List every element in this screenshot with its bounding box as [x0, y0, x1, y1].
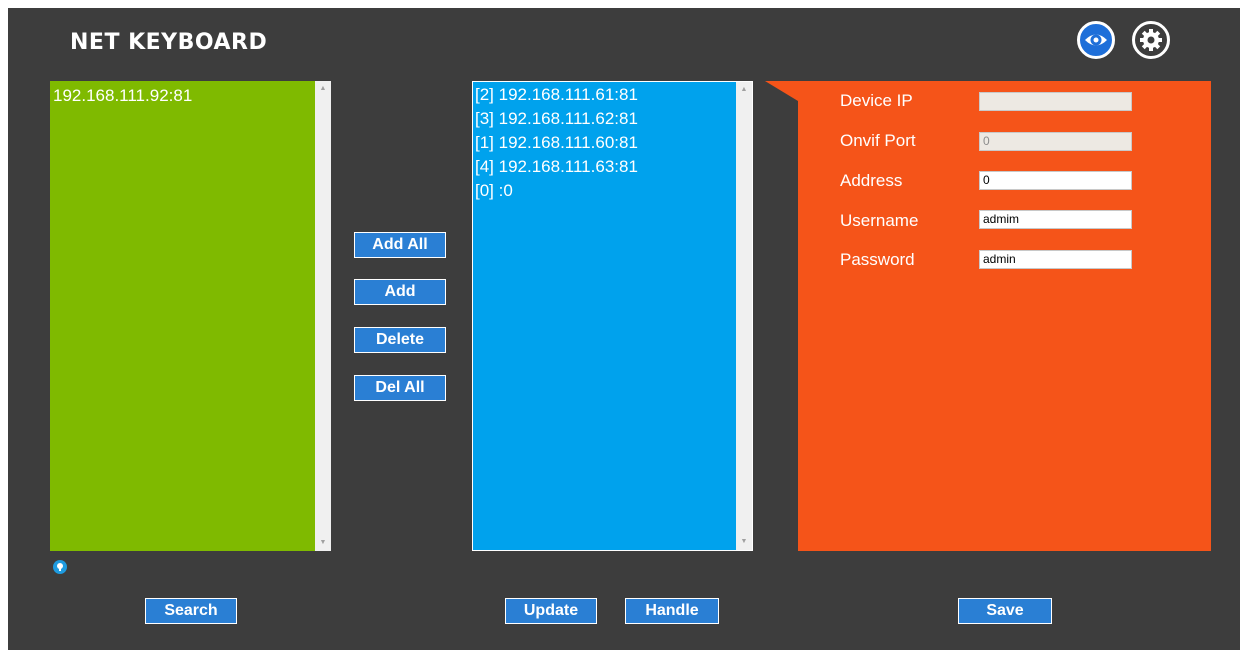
settings-button[interactable] [1132, 21, 1170, 59]
app-window: NET KEYBOARD 192.168.111.92:81 ▲ ▼ Add A… [8, 8, 1240, 650]
del-all-button[interactable]: Del All [354, 375, 446, 401]
list-item[interactable]: [1] 192.168.111.60:81 [475, 131, 638, 155]
address-label: Address [840, 171, 903, 190]
onvif-port-field[interactable]: 0 [979, 132, 1132, 151]
add-button[interactable]: Add [354, 279, 446, 305]
list-item[interactable]: [4] 192.168.111.63:81 [475, 155, 638, 179]
username-field[interactable]: admim [979, 210, 1132, 229]
list-item[interactable]: [3] 192.168.111.62:81 [475, 107, 638, 131]
password-label: Password [840, 250, 915, 269]
save-button[interactable]: Save [958, 598, 1052, 624]
password-field[interactable]: admin [979, 250, 1132, 269]
handle-button[interactable]: Handle [625, 598, 719, 624]
search-button[interactable]: Search [145, 598, 237, 624]
app-title: NET KEYBOARD [70, 30, 268, 55]
status-indicator-icon [53, 560, 67, 574]
discovered-devices-list[interactable]: 192.168.111.92:81 ▲ ▼ [50, 81, 331, 551]
scroll-down-icon[interactable]: ▼ [315, 535, 331, 551]
onvif-port-label: Onvif Port [840, 131, 916, 150]
view-button[interactable] [1077, 21, 1115, 59]
scrollbar[interactable]: ▲ ▼ [736, 82, 752, 550]
list-item[interactable]: [0] :0 [475, 179, 638, 203]
panel-notch [765, 81, 798, 101]
list-item[interactable]: [2] 192.168.111.61:81 [475, 83, 638, 107]
scroll-up-icon[interactable]: ▲ [315, 81, 331, 97]
scrollbar[interactable]: ▲ ▼ [315, 81, 331, 551]
add-all-button[interactable]: Add All [354, 232, 446, 258]
device-ip-field[interactable] [979, 92, 1132, 111]
configured-devices-list[interactable]: [2] 192.168.111.61:81 [3] 192.168.111.62… [472, 81, 753, 551]
address-field[interactable]: 0 [979, 171, 1132, 190]
eye-icon [1085, 34, 1107, 46]
update-button[interactable]: Update [505, 598, 597, 624]
username-label: Username [840, 211, 919, 230]
gear-icon [1140, 29, 1162, 51]
list-item[interactable]: 192.168.111.92:81 [53, 84, 192, 108]
scroll-up-icon[interactable]: ▲ [736, 82, 752, 98]
device-detail-panel [798, 81, 1211, 551]
scroll-down-icon[interactable]: ▼ [736, 534, 752, 550]
delete-button[interactable]: Delete [354, 327, 446, 353]
device-ip-label: Device IP [840, 91, 913, 110]
